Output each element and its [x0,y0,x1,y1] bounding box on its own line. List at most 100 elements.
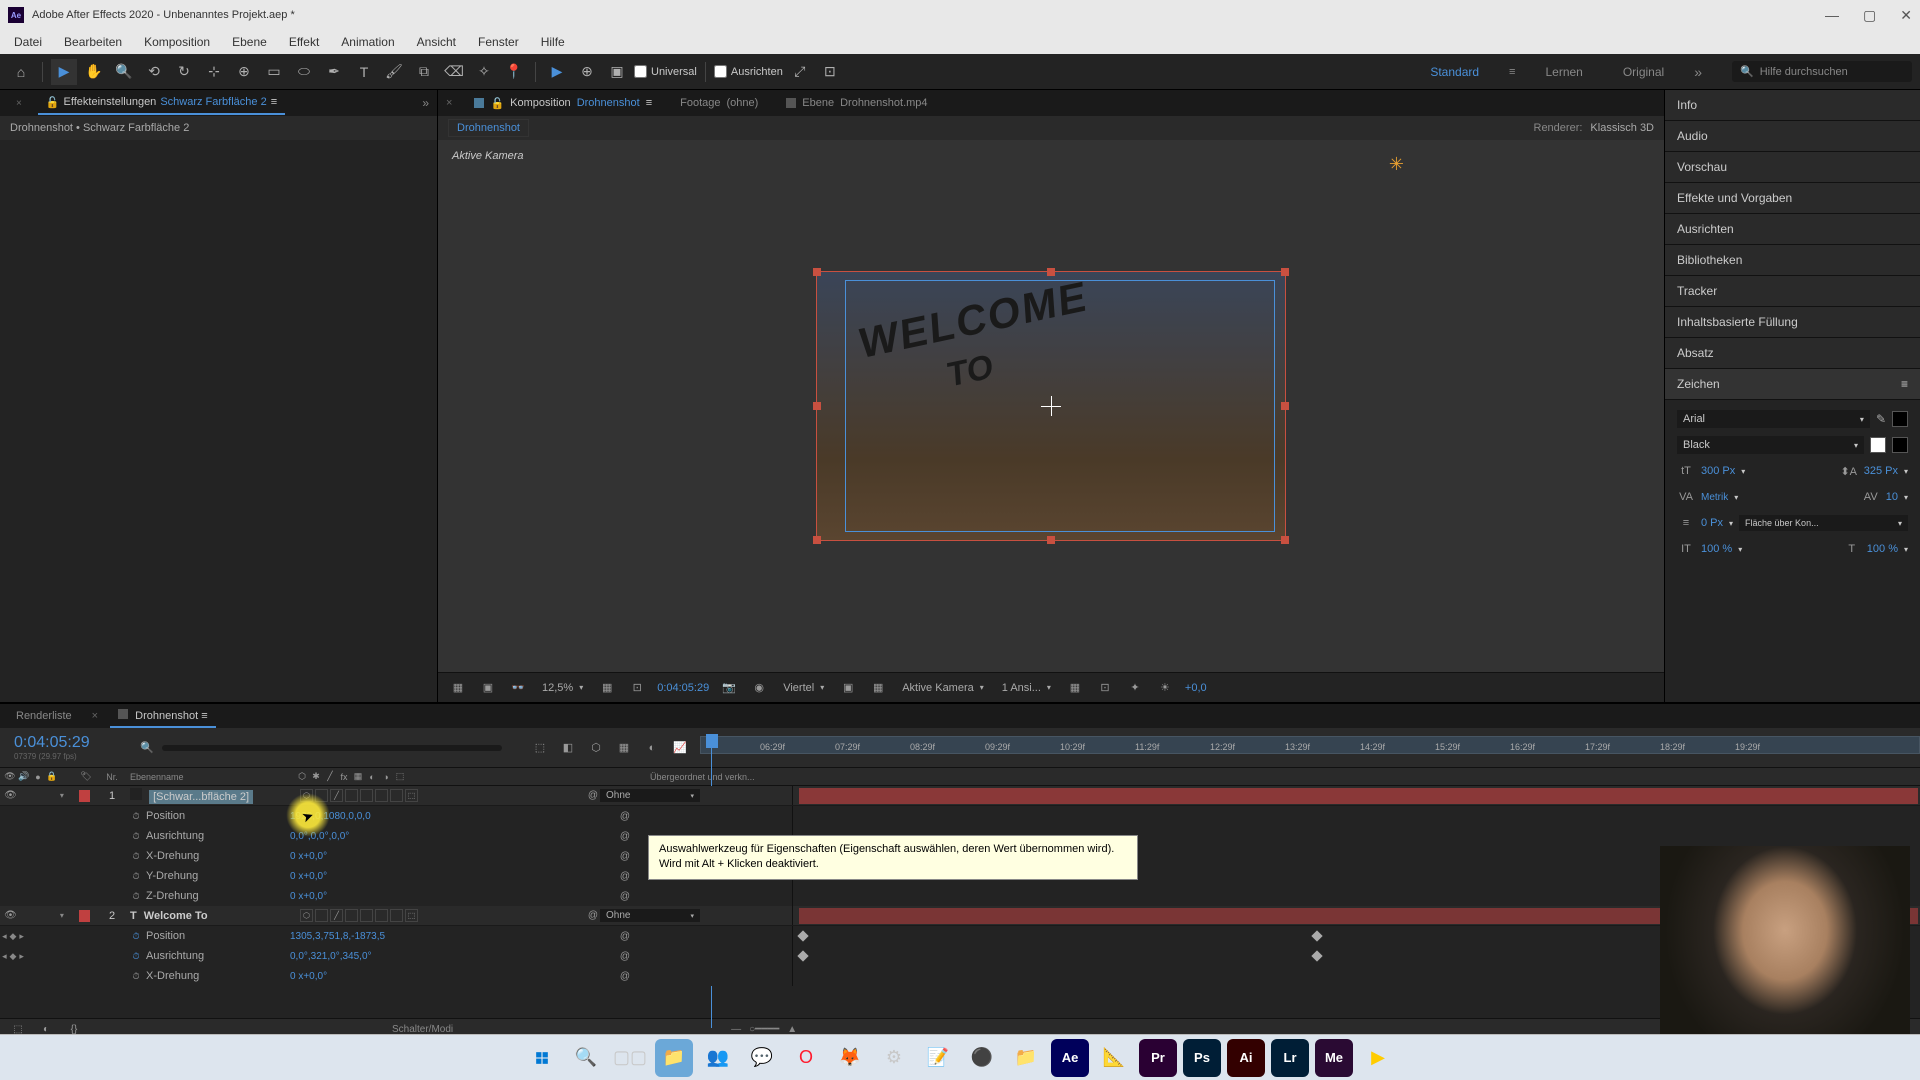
menu-datei[interactable]: Datei [4,33,52,51]
pen-tool-icon[interactable]: ✒ [321,59,347,85]
motionblur-switch-icon[interactable]: ◐ [366,771,378,783]
property-row-position[interactable]: ⏱Position 1920,0,1080,0,0,0 @ [0,806,1920,826]
property-row-zrotation[interactable]: ⏱Z-Drehung 0 x+0,0° @ [0,886,1920,906]
roi-icon[interactable]: ⊡ [627,678,647,698]
video-column-icon[interactable]: 👁 [4,771,16,783]
renderer-dropdown[interactable]: Klassisch 3D [1590,122,1654,134]
panel-effects-presets[interactable]: Effekte und Vorgaben [1665,183,1920,214]
3d-layer-toggle[interactable]: ⬚ [405,909,418,922]
expression-pickwhip-icon[interactable]: @ [618,869,632,883]
motionblur-toggle[interactable] [375,789,388,802]
frameblend-toggle[interactable] [360,789,373,802]
col-parent[interactable]: Übergeordnet und verkn... [646,772,786,782]
panel-audio[interactable]: Audio [1665,121,1920,152]
anchor-tool-icon[interactable]: ⊕ [231,59,257,85]
whatsapp-icon[interactable]: 💬 [743,1039,781,1077]
views-dropdown[interactable]: 1 Ansi... [998,680,1055,696]
local-axis-icon[interactable]: ▶ [544,59,570,85]
expression-pickwhip-icon[interactable]: @ [618,809,632,823]
preview-content[interactable]: WELCOME TO [816,271,1286,541]
3d-switch-icon[interactable]: ⬚ [394,771,406,783]
motionblur-icon[interactable]: ◐ [642,738,662,758]
expression-pickwhip-icon[interactable]: @ [618,849,632,863]
collapse-switch-icon[interactable]: ✱ [310,771,322,783]
expression-pickwhip-icon[interactable]: @ [618,969,632,983]
workspace-lernen[interactable]: Lernen [1535,61,1592,83]
property-row-position-2[interactable]: ◂ ◆ ▸ ⏱Position 1305,3,751,8,-1873,5 @ [0,926,1920,946]
brush-tool-icon[interactable]: 🖌 [381,59,407,85]
time-ruler[interactable]: 06:29f 07:29f 08:29f 09:29f 10:29f 11:29… [700,728,1920,768]
expression-pickwhip-icon[interactable]: @ [618,829,632,843]
media-encoder-icon[interactable]: Me [1315,1039,1353,1077]
fill-swatch[interactable] [1892,411,1908,427]
stopwatch-active-icon[interactable]: ⏱ [130,930,142,942]
start-button[interactable] [523,1039,561,1077]
timeline-tab-close[interactable]: × [92,710,98,722]
clone-tool-icon[interactable]: ⧉ [411,59,437,85]
quality-toggle[interactable]: ╱ [330,909,343,922]
workspace-overflow-icon[interactable]: » [1694,64,1702,80]
label-column-icon[interactable]: 🏷 [80,771,92,783]
property-value[interactable]: 0 x+0,0° [290,971,327,982]
comp-breadcrumb-item[interactable]: Drohnenshot [448,119,529,137]
effects-tab[interactable]: 🔓 Effekteinstellungen Schwarz Farbfläche… [38,92,285,115]
handle-top-mid[interactable] [1047,268,1055,276]
property-value[interactable]: 0,0°,321,0°,345,0° [290,951,372,962]
menu-komposition[interactable]: Komposition [134,33,220,51]
adjustment-toggle[interactable] [390,789,403,802]
3d-layer-toggle[interactable]: ⬚ [405,789,418,802]
solo-column-icon[interactable]: ● [32,771,44,783]
property-value[interactable]: 0,0°,0,0°,0,0° [290,831,349,842]
always-preview-icon[interactable]: ▦ [448,678,468,698]
handle-mid-right[interactable] [1281,402,1289,410]
shy-icon[interactable]: ⬡ [586,738,606,758]
lock-column-icon[interactable]: 🔒 [46,771,58,783]
comp-tab-close[interactable]: × [446,97,452,109]
menu-ebene[interactable]: Ebene [222,33,277,51]
keyframe-icon[interactable] [1311,930,1322,941]
shy-switch-icon[interactable]: ⬡ [296,771,308,783]
collapse-toggle[interactable] [315,909,328,922]
selection-tool-icon[interactable]: ▶ [51,59,77,85]
kerning-value[interactable]: Metrik [1701,492,1728,503]
panel-info[interactable]: Info [1665,90,1920,121]
rotate-tool-icon[interactable]: ↻ [171,59,197,85]
handle-bottom-mid[interactable] [1047,536,1055,544]
tracking-value[interactable]: 10 [1886,491,1898,503]
panel-paragraph[interactable]: Absatz [1665,338,1920,369]
fast-preview-icon[interactable]: ▣ [838,678,858,698]
tab-layer[interactable]: Ebene Drohnenshot.mp4 [780,93,933,113]
explorer-icon[interactable]: 📁 [655,1039,693,1077]
mask-icon[interactable]: 👓 [508,678,528,698]
layer-row-1[interactable]: 👁 ▾ 1 [Schwar...bfläche 2] ⬡ ╱ [0,786,1920,806]
keyframe-icon[interactable] [1311,950,1322,961]
anchor-point-icon[interactable] [1041,396,1061,416]
stopwatch-icon[interactable]: ⏱ [130,830,142,842]
menu-bearbeiten[interactable]: Bearbeiten [54,33,132,51]
swap-swatch[interactable] [1892,437,1908,453]
view-axis-icon[interactable]: ▣ [604,59,630,85]
timeline-search-icon[interactable]: 🔍 [140,741,154,754]
vscale-value[interactable]: 100 % [1701,543,1732,555]
rect-tool-icon[interactable]: ▭ [261,59,287,85]
stopwatch-icon[interactable]: ⏱ [130,870,142,882]
property-value[interactable]: 1305,3,751,8,-1873,5 [290,931,385,942]
property-row-xrotation-2[interactable]: ⏱X-Drehung 0 x+0,0° @ [0,966,1920,986]
font-family-dropdown[interactable]: Arial [1677,410,1870,428]
menu-animation[interactable]: Animation [331,33,404,51]
exposure-value[interactable]: +0,0 [1185,682,1207,694]
panel-align[interactable]: Ausrichten [1665,214,1920,245]
motionblur-toggle[interactable] [375,909,388,922]
frameblend-icon[interactable]: ▦ [614,738,634,758]
handle-bottom-left[interactable] [813,536,821,544]
menu-hilfe[interactable]: Hilfe [531,33,575,51]
parent-dropdown[interactable]: Ohne [600,789,700,802]
res-icon[interactable]: ▦ [597,678,617,698]
app-icon-4[interactable]: ▶ [1359,1039,1397,1077]
draft3d-icon[interactable]: ◧ [558,738,578,758]
panel-menu-icon[interactable]: ≡ [271,96,277,108]
fx-toggle[interactable] [345,789,358,802]
orbit-tool-icon[interactable]: ⟲ [141,59,167,85]
resolution-dropdown[interactable]: Viertel [779,680,828,696]
help-search[interactable]: 🔍 Hilfe durchsuchen [1732,61,1912,82]
